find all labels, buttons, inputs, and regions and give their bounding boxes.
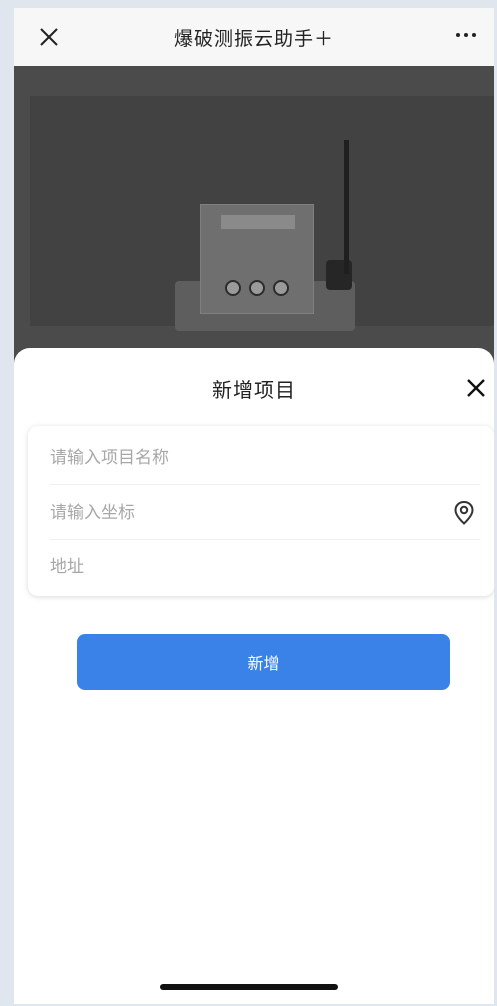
device-photo-overlay: [14, 66, 494, 366]
device-body: [200, 204, 314, 314]
close-icon[interactable]: [36, 24, 62, 50]
device-knob: [273, 280, 289, 296]
project-form: [28, 426, 494, 596]
add-project-sheet: 新增项目 新增: [14, 348, 494, 1004]
add-button[interactable]: 新增: [77, 634, 450, 690]
device-photo: [30, 96, 494, 331]
top-nav-bar: 爆破测振云助手＋: [14, 8, 494, 66]
antenna: [344, 140, 349, 274]
more-icon[interactable]: [446, 22, 486, 48]
device-knob: [249, 280, 265, 296]
close-icon[interactable]: [464, 376, 488, 400]
home-indicator[interactable]: [160, 984, 338, 990]
address-input[interactable]: [50, 557, 410, 577]
coordinates-field: [28, 485, 494, 541]
device-display: [221, 215, 295, 229]
sheet-title: 新增项目: [212, 378, 296, 402]
location-pin-icon[interactable]: [452, 500, 476, 526]
project-name-input[interactable]: [50, 448, 410, 468]
device-knob: [225, 280, 241, 296]
app-title: 爆破测振云助手＋: [173, 27, 334, 50]
address-field: [28, 539, 494, 595]
coordinates-input[interactable]: [50, 503, 410, 523]
project-name-field: [28, 430, 494, 486]
app-window: 爆破测振云助手＋ 新增项目 请输入项目名称 请输入坐标 地址 新增: [14, 8, 494, 1004]
